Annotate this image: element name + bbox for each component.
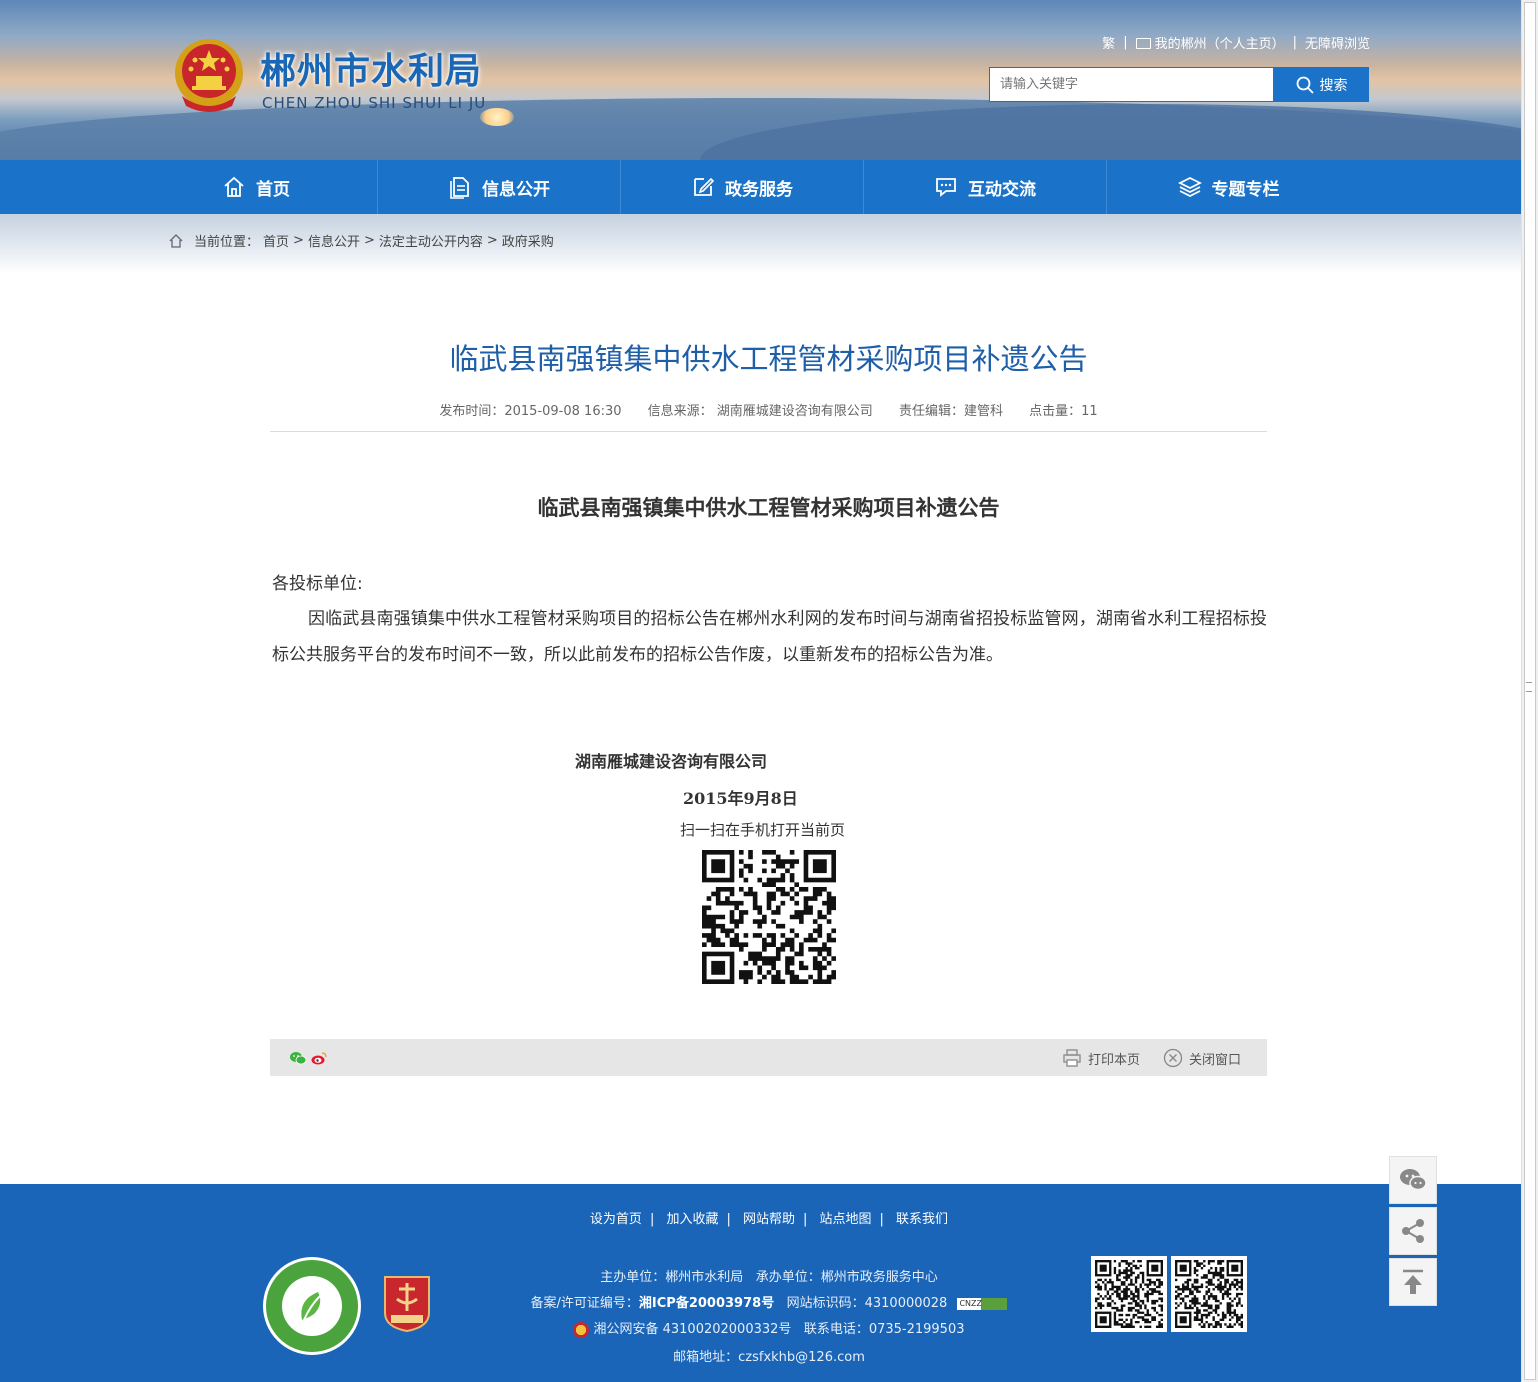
footer-qr-code-1 bbox=[1091, 1256, 1167, 1332]
article-heading: 临武县南强镇集中供水工程管材采购项目补遗公告 bbox=[537, 495, 1000, 520]
search-button-label: 搜索 bbox=[1319, 77, 1348, 94]
footer-sponsor-line: 主办单位：郴州市水利局 承办单位：郴州市政务服务中心 bbox=[0, 1266, 1538, 1285]
footer-link-contact[interactable]: 联系我们 bbox=[896, 1212, 948, 1227]
footer-email: 邮箱地址：czsfxkhb@126.com bbox=[673, 1350, 865, 1365]
breadcrumb-label: 当前位置： bbox=[194, 235, 260, 250]
info-source: 信息来源： 湖南雁城建设咨询有限公司 bbox=[647, 404, 873, 419]
article-body: 因临武县南强镇集中供水工程管材采购项目的招标公告在郴州水利网的发布时间与湖南省招… bbox=[272, 609, 1267, 665]
article-meta: 发布时间：2015-09-08 16:30 信息来源： 湖南雁城建设咨询有限公司… bbox=[270, 400, 1267, 419]
cnzz-stat-icon[interactable]: CNZZ bbox=[957, 1297, 1008, 1310]
traditional-chinese-link[interactable]: 繁 bbox=[1102, 33, 1115, 52]
hit-count: 点击量：11 bbox=[1029, 404, 1098, 419]
accessibility-link[interactable]: 无障碍浏览 bbox=[1305, 33, 1370, 52]
article-date: 2015年9月8日 bbox=[683, 789, 798, 808]
footer-link-sitemap[interactable]: 站点地图 bbox=[820, 1212, 872, 1227]
page-scrollbar[interactable] bbox=[1521, 0, 1538, 1382]
footer-police-line: 湘公网安备 43100202000332号 联系电话：0735-2199503 bbox=[0, 1318, 1538, 1338]
close-icon bbox=[1163, 1048, 1183, 1068]
police-badge-icon bbox=[573, 1321, 590, 1338]
page-qr-code bbox=[702, 850, 836, 984]
scan-prompt: 扫一扫在手机打开当前页 bbox=[680, 821, 846, 839]
nav-item-info-disclosure[interactable]: 信息公开 bbox=[378, 160, 621, 214]
title-divider bbox=[270, 431, 1267, 432]
share-toolbar: 打印本页 关闭窗口 bbox=[270, 1039, 1267, 1076]
footer-organizer: 承办单位：郴州市政务服务中心 bbox=[755, 1270, 938, 1285]
footer-link-set-home[interactable]: 设为首页 bbox=[590, 1212, 642, 1227]
main-nav: 首页 信息公开 政务服务 互动交流 专题专栏 bbox=[0, 160, 1521, 214]
site-header: 郴州市水利局 CHEN ZHOU SHI SHUI LI JU 繁 | 我的郴州… bbox=[0, 0, 1521, 160]
footer-icp-label: 备案/许可证编号： bbox=[530, 1296, 639, 1311]
wechat-icon bbox=[1400, 1169, 1427, 1191]
float-wechat-button[interactable] bbox=[1389, 1156, 1437, 1204]
footer-email-line: 邮箱地址：czsfxkhb@126.com bbox=[0, 1346, 1538, 1365]
footer-site-code: 网站标识码：4310000028 bbox=[786, 1296, 948, 1311]
link-separator: | bbox=[1123, 35, 1128, 50]
share-icon bbox=[1402, 1219, 1424, 1243]
scrollbar-grip bbox=[1526, 682, 1532, 692]
breadcrumb-info[interactable]: 信息公开 bbox=[308, 231, 360, 250]
close-window-button[interactable]: 关闭窗口 bbox=[1163, 1048, 1241, 1068]
weibo-share-icon[interactable] bbox=[311, 1051, 327, 1065]
arrow-up-icon bbox=[1403, 1269, 1423, 1294]
footer-phone: 联系电话：0735-2199503 bbox=[803, 1322, 965, 1337]
footer-qr-code-2 bbox=[1171, 1256, 1247, 1332]
breadcrumb-procurement[interactable]: 政府采购 bbox=[502, 231, 554, 250]
national-emblem-icon bbox=[175, 39, 243, 112]
my-chenzhou-link[interactable]: 我的郴州（个人主页） bbox=[1135, 33, 1285, 52]
search-button[interactable]: 搜索 bbox=[1274, 67, 1369, 102]
nav-item-special-topics[interactable]: 专题专栏 bbox=[1107, 160, 1350, 214]
footer-link-help[interactable]: 网站帮助 bbox=[743, 1212, 795, 1227]
breadcrumb-legal[interactable]: 法定主动公开内容 bbox=[379, 231, 483, 250]
qr-code-icon bbox=[1095, 1260, 1163, 1328]
back-to-top-button[interactable] bbox=[1389, 1258, 1437, 1306]
footer-link-bookmark[interactable]: 加入收藏 bbox=[666, 1212, 718, 1227]
site-title[interactable]: 郴州市水利局 bbox=[260, 42, 482, 94]
float-share-button[interactable] bbox=[1389, 1207, 1437, 1255]
printer-icon bbox=[1063, 1049, 1081, 1067]
nav-item-government-service[interactable]: 政务服务 bbox=[621, 160, 864, 214]
wechat-share-icon[interactable] bbox=[290, 1051, 306, 1065]
editor: 责任编辑：建管科 bbox=[898, 404, 1003, 419]
article-signature: 湖南雁城建设咨询有限公司 bbox=[575, 752, 768, 771]
print-button[interactable]: 打印本页 bbox=[1062, 1048, 1140, 1068]
monitor-icon bbox=[1135, 38, 1151, 49]
publish-time: 发布时间：2015-09-08 16:30 bbox=[439, 404, 622, 419]
qr-code-icon bbox=[1175, 1260, 1243, 1328]
footer-icp-line: 备案/许可证编号：湘ICP备20003978号 网站标识码：4310000028… bbox=[0, 1292, 1538, 1311]
search-input[interactable] bbox=[989, 67, 1274, 102]
edit-icon bbox=[694, 177, 715, 196]
home-icon bbox=[169, 233, 183, 248]
nav-item-interaction[interactable]: 互动交流 bbox=[864, 160, 1107, 214]
layers-icon bbox=[1177, 176, 1202, 198]
breadcrumb: 当前位置： 首页 > 信息公开 > 法定主动公开内容 > 政府采购 bbox=[168, 231, 554, 250]
top-links: 繁 | 我的郴州（个人主页） | 无障碍浏览 bbox=[1050, 33, 1370, 52]
home-icon bbox=[224, 176, 244, 197]
chat-icon bbox=[936, 178, 956, 197]
document-icon bbox=[450, 177, 469, 199]
search-icon bbox=[1296, 76, 1314, 94]
breadcrumb-home[interactable]: 首页 bbox=[263, 231, 289, 250]
footer-sponsor: 主办单位：郴州市水利局 bbox=[600, 1270, 744, 1285]
footer-icp-link[interactable]: 湘ICP备20003978号 bbox=[639, 1296, 774, 1311]
footer-police[interactable]: 湘公网安备 43100202000332号 bbox=[593, 1322, 791, 1337]
footer-links: 设为首页 | 加入收藏 | 网站帮助 | 站点地图 | 联系我们 bbox=[589, 1212, 949, 1227]
article-title: 临武县南强镇集中供水工程管材采购项目补遗公告 bbox=[449, 342, 1088, 376]
site-subtitle: CHEN ZHOU SHI SHUI LI JU bbox=[262, 94, 487, 112]
article-greeting: 各投标单位: bbox=[272, 574, 363, 594]
site-footer: 设为首页 | 加入收藏 | 网站帮助 | 站点地图 | 联系我们 主办单位：郴州市水利局… bbox=[0, 1184, 1521, 1382]
link-separator: | bbox=[1292, 35, 1297, 50]
nav-item-home[interactable]: 首页 bbox=[135, 160, 378, 214]
